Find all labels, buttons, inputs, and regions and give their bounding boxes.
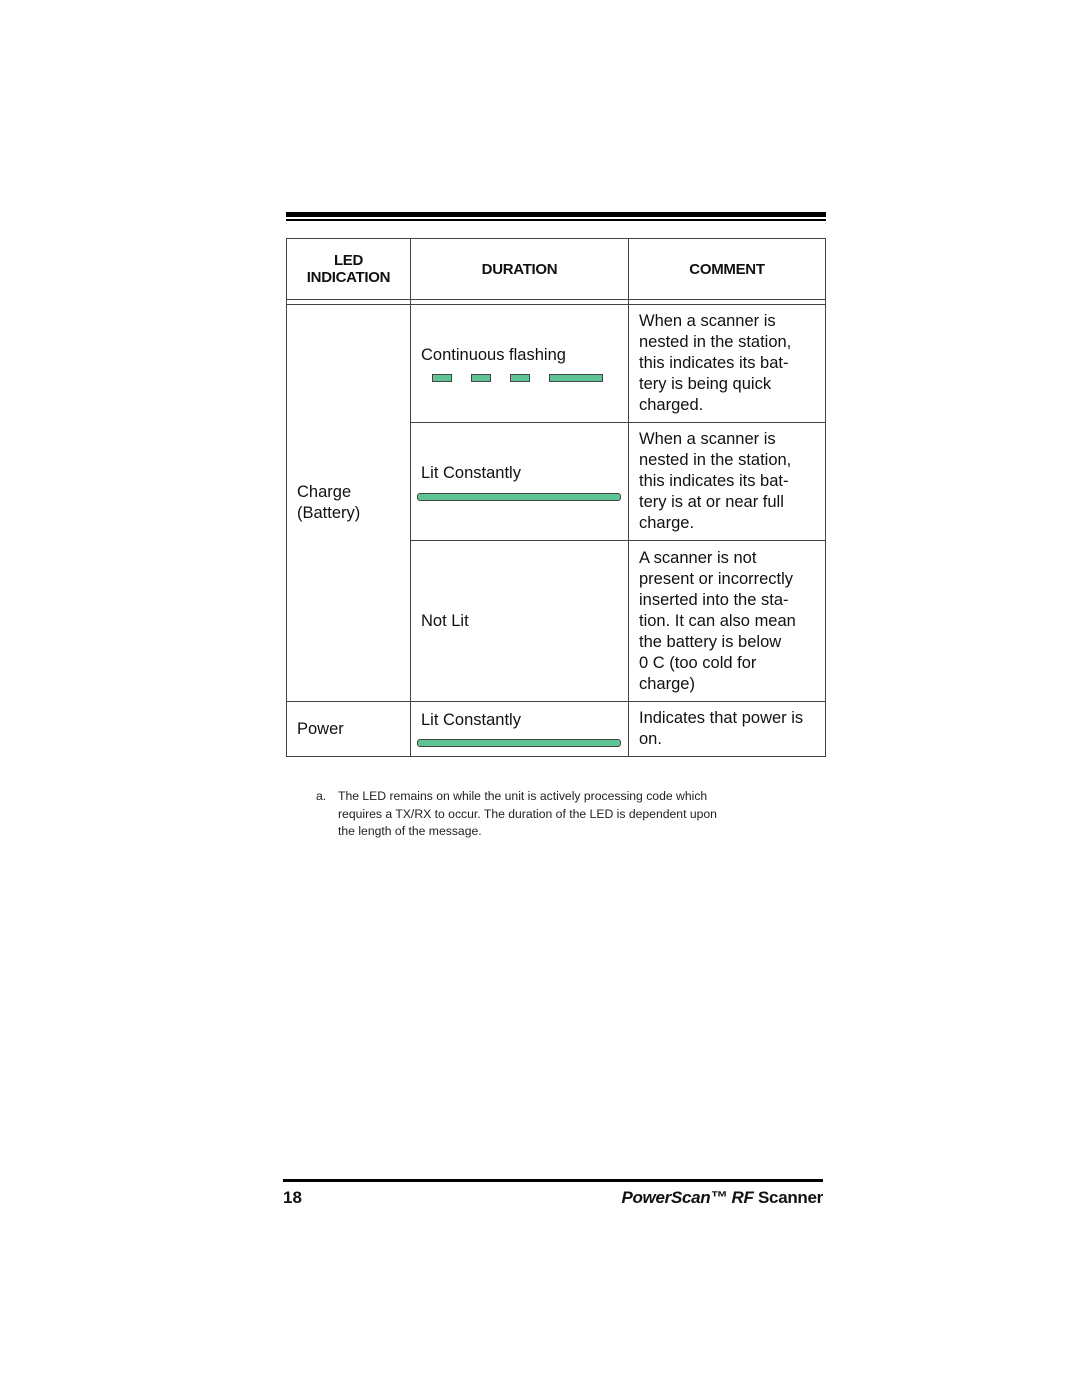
duration-text: Lit Constantly [421,463,521,482]
duration-cell: Not Lit [410,540,629,702]
table-row: Charge (Battery) Continuous flashing Whe… [286,304,826,702]
header-led-indication: LED INDICATION [286,238,411,300]
indication-label: Charge [297,483,352,501]
comment-line: this indicates its bat- [639,354,789,372]
led-indication-table: LED INDICATION DURATION COMMENT Charge (… [286,238,826,757]
comment-line: 0 C (too cold for [639,653,757,672]
duration-text: Continuous flashing [421,346,566,364]
indication-sublabel: (Battery) [297,504,361,522]
page-number: 18 [283,1188,302,1207]
comment-line: tery is at or near full [639,493,784,511]
table-header-row: LED INDICATION DURATION COMMENT [286,238,826,300]
footnote-line: the length of the message. [338,824,482,838]
header-rule-thin [286,219,826,221]
footnote-line: The LED remains on while the unit is act… [338,789,708,803]
indication-charge: Charge (Battery) [286,304,411,702]
comment-line: When a scanner is [639,312,776,330]
comment-line: nested in the station, [639,451,792,469]
comment-cell: A scanner is not present or incorrectly … [628,540,826,702]
comment-line: charged. [639,396,704,414]
comment-line: charge) [639,674,695,693]
duration-cell: Lit Constantly [410,422,629,541]
comment-line: charge. [639,514,695,532]
comment-cell: Indicates that power is on. [628,701,826,757]
led-flash-segment [432,374,452,382]
header-comment: COMMENT [628,238,826,300]
led-solid-bar [417,739,621,747]
header-duration: DURATION [410,238,629,300]
product-name: PowerScan™ RF [621,1188,754,1207]
duration-text: Lit Constantly [421,711,521,729]
footnote-label: a. [316,789,327,803]
header-led-indication-line2: INDICATION [306,269,391,286]
led-flash-segment [510,374,530,382]
comment-line: Indicates that power is [639,709,804,727]
header-led-indication-line1: LED [333,252,364,269]
comment-line: inserted into the sta- [639,590,789,609]
comment-line: on. [639,730,662,748]
led-flashing-pattern [421,374,628,382]
table-row: Power Lit Constantly Indicates that powe… [286,701,826,757]
comment-line: present or incorrectly [639,569,794,588]
led-flash-segment [471,374,491,382]
footnote-line: requires a TX/RX to occur. The duration … [338,806,717,821]
table-footnote: a. The LED remains on while the unit is … [316,788,796,841]
duration-text: Not Lit [421,611,469,630]
led-solid-bar [417,492,621,501]
comment-line: this indicates its bat- [639,472,789,490]
product-suffix: Scanner [753,1188,823,1207]
comment-line: tion. It can also mean [639,611,796,630]
duration-cell: Continuous flashing [410,304,629,423]
comment-line: the battery is below [639,632,782,651]
comment-line: When a scanner is [639,430,776,448]
comment-cell: When a scanner is nested in the station,… [628,422,826,541]
comment-cell: When a scanner is nested in the station,… [628,304,826,423]
indication-label: Power [297,719,344,738]
duration-cell: Lit Constantly [410,701,629,757]
running-footer-title: PowerScan™ RF Scanner [621,1188,823,1208]
header-rule-thick [286,212,826,217]
comment-line: A scanner is not [639,548,757,567]
comment-line: nested in the station, [639,333,792,351]
indication-power: Power [286,701,411,757]
comment-line: tery is being quick [639,375,772,393]
led-flash-segment-long [549,374,603,382]
footer-rule [283,1179,823,1182]
